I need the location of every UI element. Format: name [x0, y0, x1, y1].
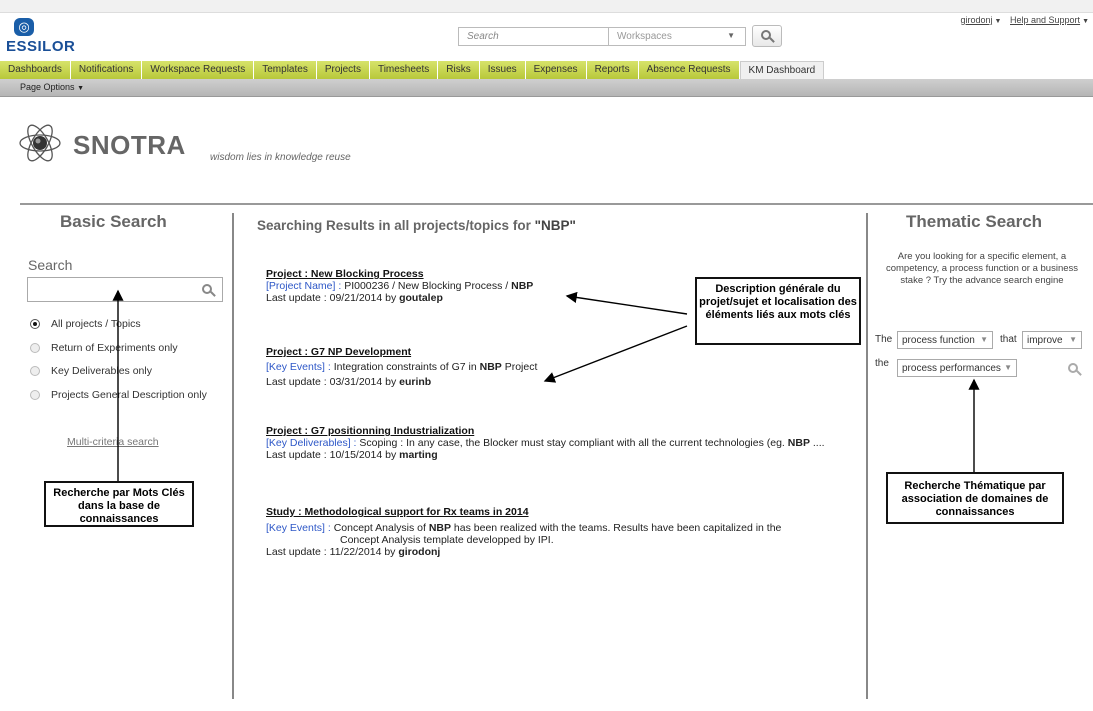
callout-thematic-search: Recherche Thématique par association de …: [886, 472, 1064, 524]
callout-results-description: Description générale du projet/sujet et …: [695, 277, 861, 345]
arrow-to-result-1: [565, 291, 688, 315]
callout-basic-search: Recherche par Mots Clés dans la base de …: [44, 481, 194, 527]
arrow-to-result-2: [543, 325, 688, 383]
annotation-arrows: [112, 289, 980, 481]
